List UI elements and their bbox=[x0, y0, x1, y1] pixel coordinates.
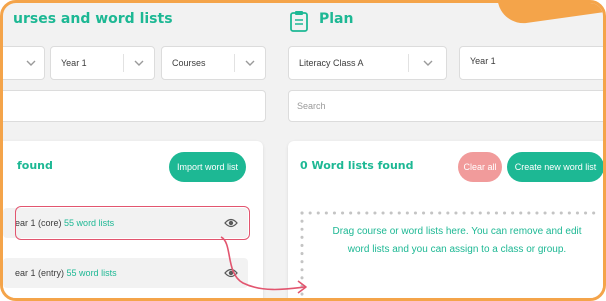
corner-accent bbox=[497, 3, 603, 27]
list-item-count: 55 word lists bbox=[64, 218, 115, 228]
create-word-list-button[interactable]: Create new word list bbox=[507, 152, 603, 182]
clipboard-icon bbox=[290, 11, 308, 32]
select-divider bbox=[123, 54, 124, 72]
class-select-value: Literacy Class A bbox=[299, 58, 364, 68]
eye-icon[interactable] bbox=[224, 217, 238, 229]
list-item-title: ear 1 (core) bbox=[15, 218, 62, 228]
class-select[interactable]: Literacy Class A bbox=[288, 46, 447, 80]
plan-search-input[interactable]: Search bbox=[288, 90, 603, 122]
drop-hint: Drag course or word lists here. You can … bbox=[332, 226, 582, 255]
courses-select[interactable]: Courses bbox=[161, 46, 266, 80]
year-select[interactable]: Year 1 bbox=[50, 46, 155, 80]
select-divider bbox=[408, 54, 409, 72]
plan-year-select-value: Year 1 bbox=[470, 56, 496, 66]
list-item-label: ear 1 (entry) 55 word lists bbox=[15, 268, 117, 278]
filter-select-1[interactable] bbox=[3, 46, 45, 80]
courses-word-lists-title: urses and word lists bbox=[13, 11, 173, 27]
list-item-title: ear 1 (entry) bbox=[15, 268, 65, 278]
plan-title: Plan bbox=[319, 11, 354, 27]
year-select-value: Year 1 bbox=[61, 58, 87, 68]
list-item-label: ear 1 (core) 55 word lists bbox=[15, 218, 114, 228]
app-frame: urses and word lists Plan Year 1 Courses… bbox=[0, 0, 606, 301]
left-found-text: found bbox=[17, 159, 53, 172]
chevron-down-icon bbox=[26, 60, 36, 66]
select-divider bbox=[234, 54, 235, 72]
left-search-input[interactable] bbox=[3, 90, 266, 122]
chevron-down-icon bbox=[423, 60, 433, 66]
clear-all-button[interactable]: Clear all bbox=[458, 152, 502, 182]
dropzone-top-border bbox=[300, 211, 600, 215]
import-word-list-button[interactable]: Import word list bbox=[169, 152, 246, 182]
plan-found-text: 0 Word lists found bbox=[300, 159, 414, 172]
chevron-down-icon bbox=[134, 60, 144, 66]
list-item-count: 55 word lists bbox=[66, 268, 117, 278]
search-placeholder: Search bbox=[297, 101, 326, 111]
drop-zone[interactable]: Drag course or word lists here. You can … bbox=[300, 211, 603, 298]
courses-select-value: Courses bbox=[172, 58, 206, 68]
chevron-down-icon bbox=[245, 60, 255, 66]
plan-year-select[interactable]: Year 1 bbox=[459, 46, 603, 80]
drag-arrow-icon bbox=[220, 236, 307, 294]
